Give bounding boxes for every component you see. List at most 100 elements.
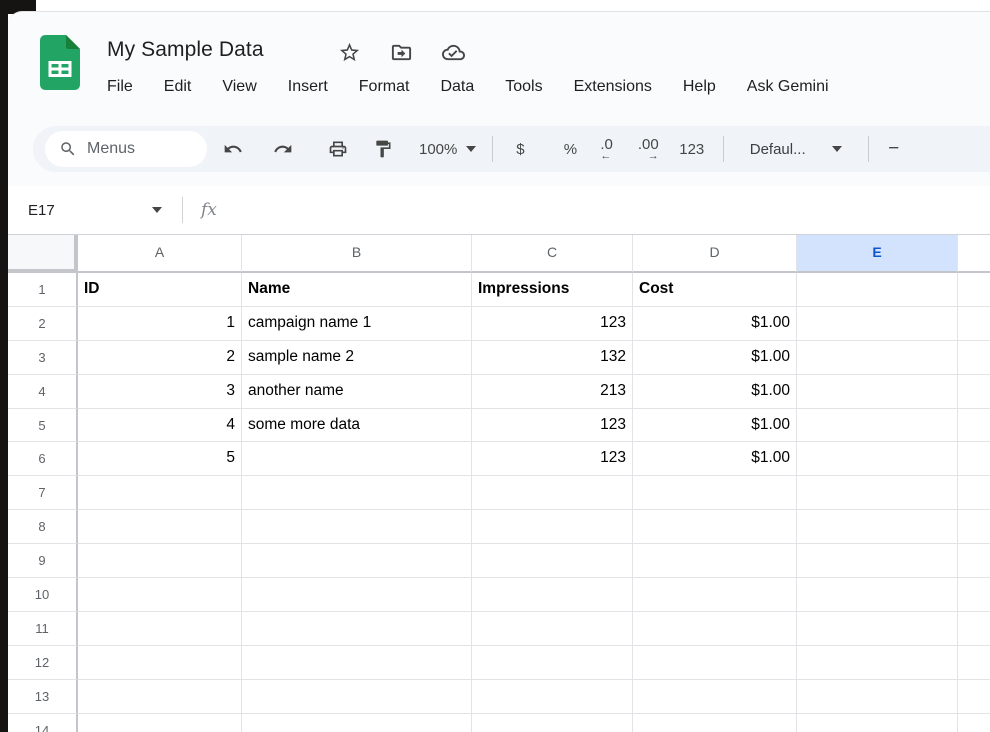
cell-C10[interactable] bbox=[472, 578, 633, 612]
cell-E5[interactable] bbox=[797, 409, 958, 443]
cell-B2[interactable]: campaign name 1 bbox=[242, 307, 472, 341]
cell-A12[interactable] bbox=[78, 646, 242, 680]
move-to-folder-icon[interactable] bbox=[390, 41, 413, 69]
cell-C8[interactable] bbox=[472, 510, 633, 544]
row-header-14[interactable]: 14 bbox=[8, 714, 78, 732]
cell-D12[interactable] bbox=[633, 646, 797, 680]
cell-C7[interactable] bbox=[472, 476, 633, 510]
cell-C4[interactable]: 213 bbox=[472, 375, 633, 409]
cell-B4[interactable]: another name bbox=[242, 375, 472, 409]
undo-button[interactable] bbox=[216, 132, 250, 166]
cell-E8[interactable] bbox=[797, 510, 958, 544]
select-all-corner[interactable] bbox=[8, 235, 78, 273]
font-selector[interactable]: Defaul... bbox=[746, 141, 846, 158]
column-header-B[interactable]: B bbox=[242, 235, 472, 273]
cell-A10[interactable] bbox=[78, 578, 242, 612]
cell-C2[interactable]: 123 bbox=[472, 307, 633, 341]
cell-D9[interactable] bbox=[633, 544, 797, 578]
menu-tools[interactable]: Tools bbox=[505, 78, 542, 96]
decrease-font-size-button[interactable]: − bbox=[877, 132, 911, 166]
menu-file[interactable]: File bbox=[107, 78, 133, 96]
cell-F5[interactable] bbox=[958, 409, 990, 443]
cell-F3[interactable] bbox=[958, 341, 990, 375]
row-header-12[interactable]: 12 bbox=[8, 646, 78, 680]
menus-search-button[interactable]: Menus bbox=[45, 131, 207, 167]
cell-B7[interactable] bbox=[242, 476, 472, 510]
column-header-partial[interactable] bbox=[958, 235, 990, 273]
column-header-A[interactable]: A bbox=[78, 235, 242, 273]
column-header-E[interactable]: E bbox=[797, 235, 958, 273]
cell-D14[interactable] bbox=[633, 714, 797, 732]
menu-format[interactable]: Format bbox=[359, 78, 410, 96]
row-header-13[interactable]: 13 bbox=[8, 680, 78, 714]
cell-E11[interactable] bbox=[797, 612, 958, 646]
row-header-7[interactable]: 7 bbox=[8, 476, 78, 510]
menu-help[interactable]: Help bbox=[683, 78, 716, 96]
cell-A4[interactable]: 3 bbox=[78, 375, 242, 409]
formula-input[interactable] bbox=[217, 186, 990, 234]
cell-E13[interactable] bbox=[797, 680, 958, 714]
cell-F8[interactable] bbox=[958, 510, 990, 544]
cell-C13[interactable] bbox=[472, 680, 633, 714]
cell-B13[interactable] bbox=[242, 680, 472, 714]
cell-A5[interactable]: 4 bbox=[78, 409, 242, 443]
cell-D2[interactable]: $1.00 bbox=[633, 307, 797, 341]
cell-E9[interactable] bbox=[797, 544, 958, 578]
cell-F13[interactable] bbox=[958, 680, 990, 714]
cell-C11[interactable] bbox=[472, 612, 633, 646]
cell-D10[interactable] bbox=[633, 578, 797, 612]
cell-B10[interactable] bbox=[242, 578, 472, 612]
cell-C12[interactable] bbox=[472, 646, 633, 680]
cell-E6[interactable] bbox=[797, 442, 958, 476]
cell-F2[interactable] bbox=[958, 307, 990, 341]
cell-F14[interactable] bbox=[958, 714, 990, 732]
google-sheets-logo[interactable] bbox=[40, 35, 80, 95]
cell-A11[interactable] bbox=[78, 612, 242, 646]
cell-E7[interactable] bbox=[797, 476, 958, 510]
cell-A13[interactable] bbox=[78, 680, 242, 714]
cell-C3[interactable]: 132 bbox=[472, 341, 633, 375]
cell-B6[interactable] bbox=[242, 442, 472, 476]
format-currency-button[interactable]: $ bbox=[503, 132, 537, 166]
cell-B5[interactable]: some more data bbox=[242, 409, 472, 443]
menu-ask-gemini[interactable]: Ask Gemini bbox=[747, 78, 829, 96]
cell-E12[interactable] bbox=[797, 646, 958, 680]
cell-A8[interactable] bbox=[78, 510, 242, 544]
cell-B11[interactable] bbox=[242, 612, 472, 646]
menu-view[interactable]: View bbox=[222, 78, 256, 96]
redo-button[interactable] bbox=[266, 132, 300, 166]
row-header-9[interactable]: 9 bbox=[8, 544, 78, 578]
menu-edit[interactable]: Edit bbox=[164, 78, 192, 96]
cell-B3[interactable]: sample name 2 bbox=[242, 341, 472, 375]
cell-F11[interactable] bbox=[958, 612, 990, 646]
cell-D5[interactable]: $1.00 bbox=[633, 409, 797, 443]
cell-A6[interactable]: 5 bbox=[78, 442, 242, 476]
cell-C5[interactable]: 123 bbox=[472, 409, 633, 443]
cell-F1[interactable] bbox=[958, 273, 990, 307]
cell-F10[interactable] bbox=[958, 578, 990, 612]
cell-D3[interactable]: $1.00 bbox=[633, 341, 797, 375]
cell-C1[interactable]: Impressions bbox=[472, 273, 633, 307]
cell-E3[interactable] bbox=[797, 341, 958, 375]
row-header-3[interactable]: 3 bbox=[8, 341, 78, 375]
format-percent-button[interactable]: % bbox=[553, 132, 587, 166]
cell-B12[interactable] bbox=[242, 646, 472, 680]
print-button[interactable] bbox=[321, 132, 355, 166]
cell-F9[interactable] bbox=[958, 544, 990, 578]
cell-A9[interactable] bbox=[78, 544, 242, 578]
document-title[interactable]: My Sample Data bbox=[107, 38, 264, 62]
row-header-4[interactable]: 4 bbox=[8, 375, 78, 409]
cell-A2[interactable]: 1 bbox=[78, 307, 242, 341]
cell-B14[interactable] bbox=[242, 714, 472, 732]
cell-F6[interactable] bbox=[958, 442, 990, 476]
cell-A3[interactable]: 2 bbox=[78, 341, 242, 375]
cell-A7[interactable] bbox=[78, 476, 242, 510]
cell-E4[interactable] bbox=[797, 375, 958, 409]
cell-E2[interactable] bbox=[797, 307, 958, 341]
cell-F12[interactable] bbox=[958, 646, 990, 680]
zoom-selector[interactable]: 100% bbox=[413, 141, 482, 158]
cell-B1[interactable]: Name bbox=[242, 273, 472, 307]
cell-F7[interactable] bbox=[958, 476, 990, 510]
cell-D1[interactable]: Cost bbox=[633, 273, 797, 307]
cell-A14[interactable] bbox=[78, 714, 242, 732]
